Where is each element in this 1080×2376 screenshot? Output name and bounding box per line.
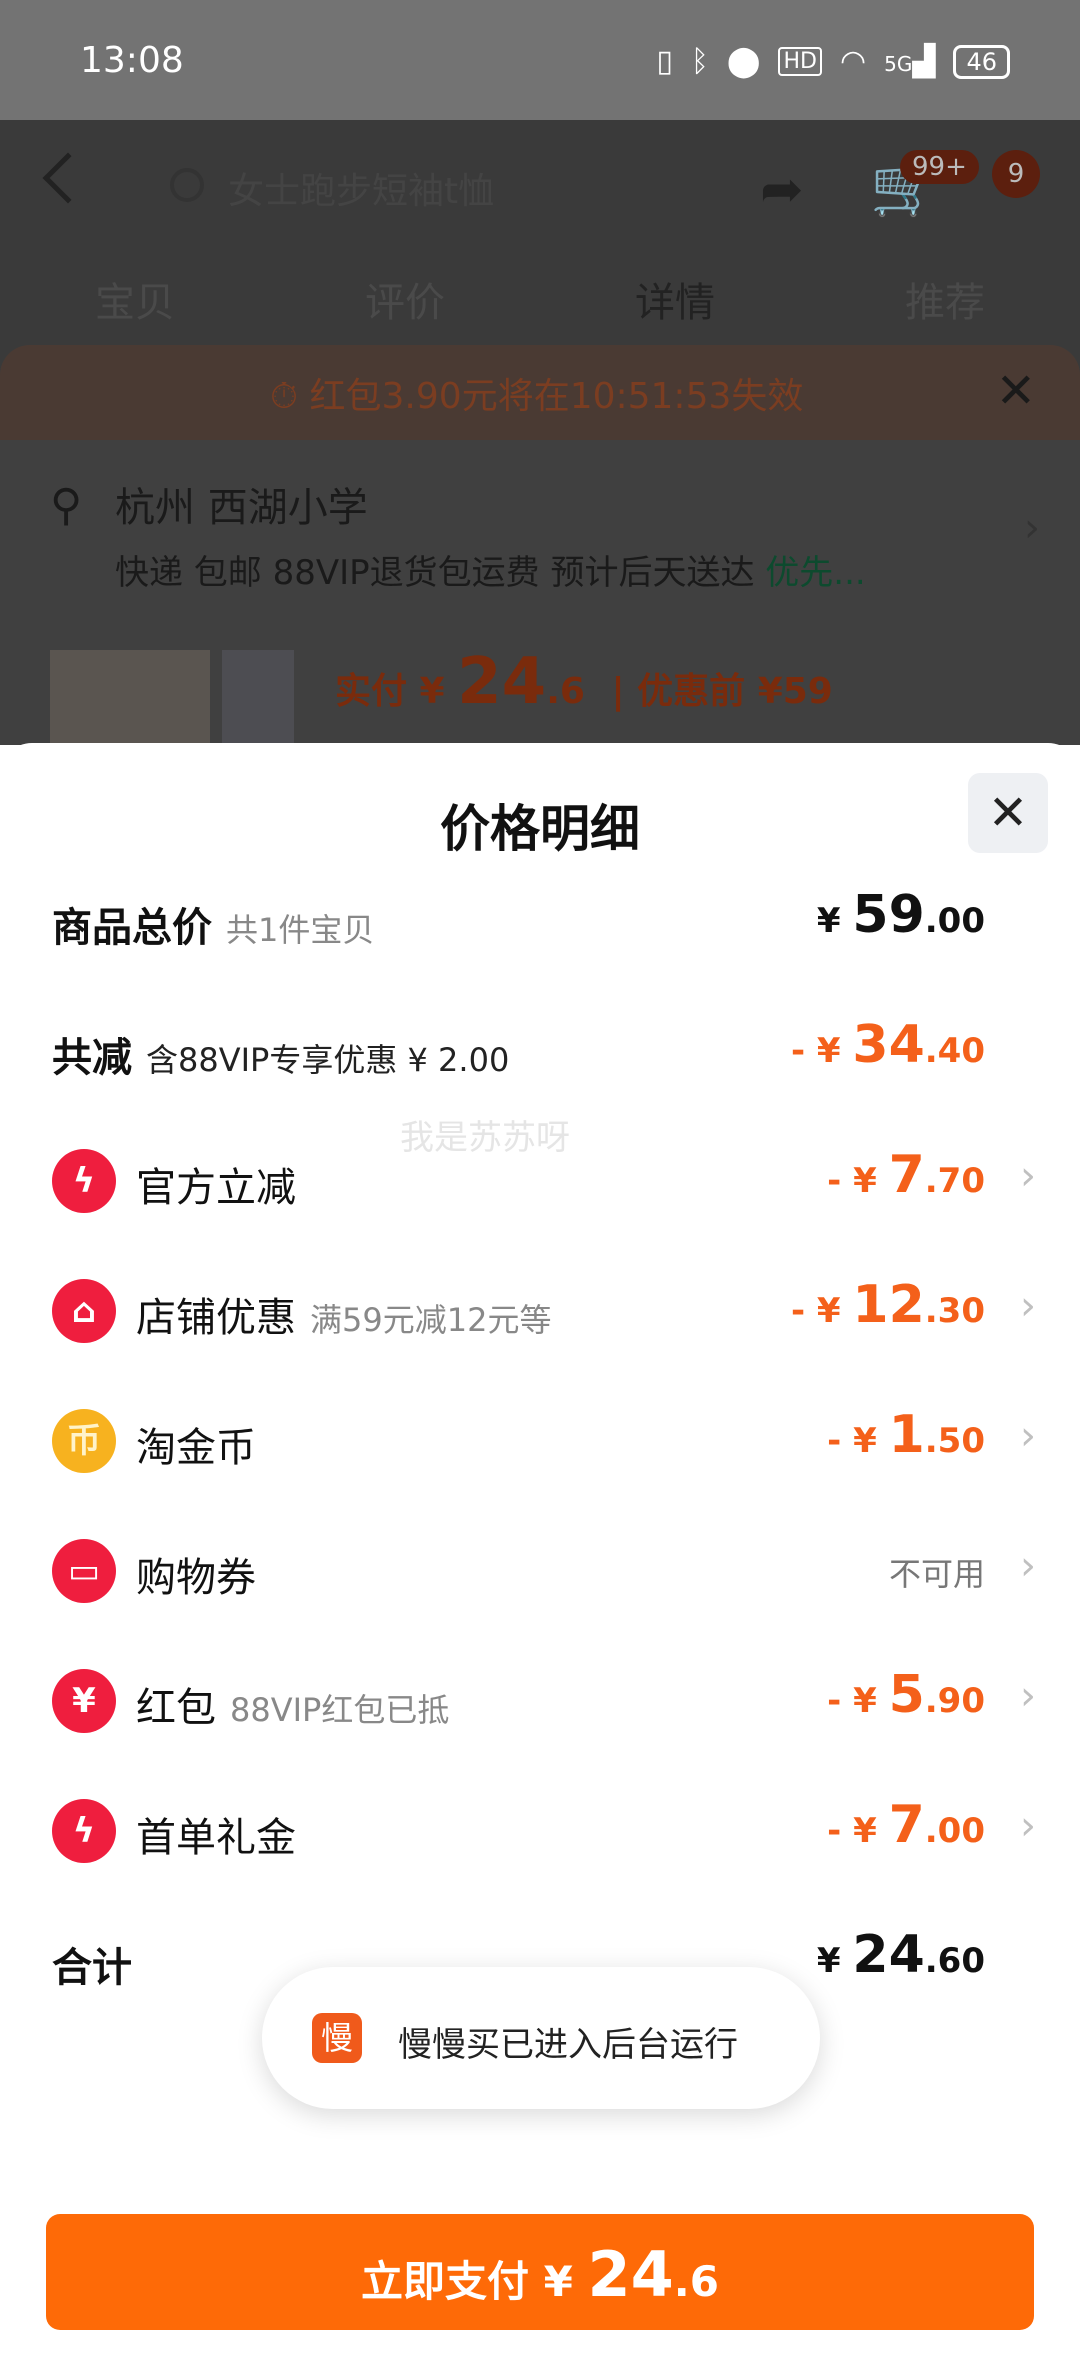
red-packet-icon: ¥: [52, 1669, 116, 1733]
row-label: 淘金币: [136, 1425, 256, 1471]
row-shopping-coupon[interactable]: ▭ 购物券 不可用 ›: [0, 1519, 1080, 1619]
red-packet-timer: ⏱ 红包3.90元将在10:51:53失效: [270, 376, 804, 417]
address-title[interactable]: 杭州 西湖小学: [115, 475, 368, 533]
pay-now-button[interactable]: 立即支付 ¥ 24.6: [46, 2214, 1034, 2330]
red-packet-timer-bar: ⏱ 红包3.90元将在10:51:53失效 ✕: [0, 345, 1080, 440]
row-total-discount: 共减 含88VIP专享优惠 ¥ 2.00 - ¥ 34.40: [0, 999, 1080, 1099]
product-thumbnail: [50, 650, 210, 750]
bluetooth-icon: ᛒ: [690, 44, 709, 79]
tab-item[interactable]: 宝贝: [0, 270, 270, 328]
tab-bar: 宝贝 评价 详情 推荐: [0, 270, 1080, 328]
coin-icon: 币: [52, 1409, 116, 1473]
location-icon: ⬤: [726, 44, 761, 79]
row-label: 官方立减: [136, 1165, 296, 1211]
message-badge[interactable]: 9: [992, 150, 1040, 198]
lightning-icon: ϟ: [52, 1149, 116, 1213]
row-status: 不可用: [888, 1555, 985, 1593]
chevron-right-icon[interactable]: ›: [1024, 505, 1040, 551]
row-total-goods: 商品总价 共1件宝贝 ¥ 59.00: [0, 869, 1080, 969]
battery-icon: 46: [953, 44, 1010, 79]
vibrate-icon: ▯: [656, 44, 673, 79]
chevron-right-icon: ›: [1020, 1543, 1036, 1589]
close-icon[interactable]: ✕: [996, 363, 1036, 419]
shop-icon: ⌂: [52, 1279, 116, 1343]
tab-recommend[interactable]: 推荐: [810, 270, 1080, 328]
sheet-title: 价格明细: [440, 800, 640, 858]
status-time: 13:08: [80, 40, 184, 81]
status-bar: 13:08 ▯ ᛒ ⬤ HD ◠ 5G▟ 46: [0, 0, 1080, 120]
cart-badge: 99+: [900, 150, 979, 184]
close-button[interactable]: ✕: [968, 773, 1048, 853]
row-label: 红包 88VIP红包已抵: [136, 1685, 450, 1731]
row-taojinbi[interactable]: 币 淘金币 - ¥ 1.50 ›: [0, 1389, 1080, 1489]
watermark: 我是苏苏呀: [400, 1118, 570, 1158]
row-label: 购物券: [136, 1555, 256, 1601]
row-label: 合计: [52, 1945, 132, 1991]
status-icons: ▯ ᛒ ⬤ HD ◠ 5G▟ 46: [656, 44, 1010, 79]
order-sheet-behind: ⏱ 红包3.90元将在10:51:53失效 ✕ ⚲ 杭州 西湖小学 快递 包邮 …: [0, 345, 1080, 750]
row-value: - ¥ 7.00: [827, 1795, 985, 1855]
chevron-right-icon: ›: [1020, 1673, 1036, 1719]
tab-details[interactable]: 详情: [540, 270, 810, 328]
row-label: 共减 含88VIP专享优惠 ¥ 2.00: [52, 1035, 510, 1081]
row-value: - ¥ 12.30: [790, 1275, 985, 1335]
location-pin-icon: ⚲: [50, 480, 83, 531]
chevron-right-icon: ›: [1020, 1803, 1036, 1849]
ticket-icon: ▭: [52, 1539, 116, 1603]
chevron-right-icon: ›: [1020, 1283, 1036, 1329]
chevron-right-icon: ›: [1020, 1153, 1036, 1199]
manmanmai-app-icon: 慢: [312, 2013, 362, 2063]
row-label: 店铺优惠 满59元减12元等: [136, 1295, 552, 1341]
toast: 慢 慢慢买已进入后台运行: [262, 1967, 820, 2109]
paid-summary: 实付 ¥ 24.6 | 优惠前 ¥59: [335, 645, 833, 719]
row-value: ¥ 59.00: [816, 885, 985, 945]
row-shop-discount[interactable]: ⌂ 店铺优惠 满59元减12元等 - ¥ 12.30 ›: [0, 1259, 1080, 1359]
toast-text: 慢慢买已进入后台运行: [398, 2025, 738, 2065]
row-value: - ¥ 7.70: [827, 1145, 985, 1205]
row-value: - ¥ 5.90: [827, 1665, 985, 1725]
row-value: - ¥ 34.40: [790, 1015, 985, 1075]
top-nav: 女士跑步短袖t恤 ➦ 🛒 99+ 9: [0, 120, 1080, 250]
price-detail-sheet: 价格明细 ✕ 商品总价 共1件宝贝 ¥ 59.00 共减 含88VIP专享优惠 ¥ …: [0, 743, 1080, 2376]
search-input[interactable]: 女士跑步短袖t恤: [228, 162, 494, 214]
signal-icon: 5G▟: [884, 44, 936, 79]
row-red-packet[interactable]: ¥ 红包 88VIP红包已抵 - ¥ 5.90 ›: [0, 1649, 1080, 1749]
chevron-right-icon: ›: [1020, 1413, 1036, 1459]
back-icon[interactable]: [42, 152, 94, 204]
lightning-icon: ϟ: [52, 1799, 116, 1863]
search-icon: [170, 168, 204, 202]
product-thumbnail-secondary: [222, 650, 294, 750]
row-label: 商品总价 共1件宝贝: [52, 905, 375, 951]
row-value: ¥ 24.60: [816, 1925, 985, 1985]
delivery-info: 快递 包邮 88VIP退货包运费 预计后天送达 优先...: [115, 553, 866, 593]
share-icon[interactable]: ➦: [760, 160, 804, 220]
row-label: 首单礼金: [136, 1815, 296, 1861]
tab-reviews[interactable]: 评价: [270, 270, 540, 328]
wifi-icon: ◠: [839, 44, 867, 79]
row-value: - ¥ 1.50: [827, 1405, 985, 1465]
hd-icon: HD: [778, 47, 822, 76]
row-first-order-gift[interactable]: ϟ 首单礼金 - ¥ 7.00 ›: [0, 1779, 1080, 1879]
